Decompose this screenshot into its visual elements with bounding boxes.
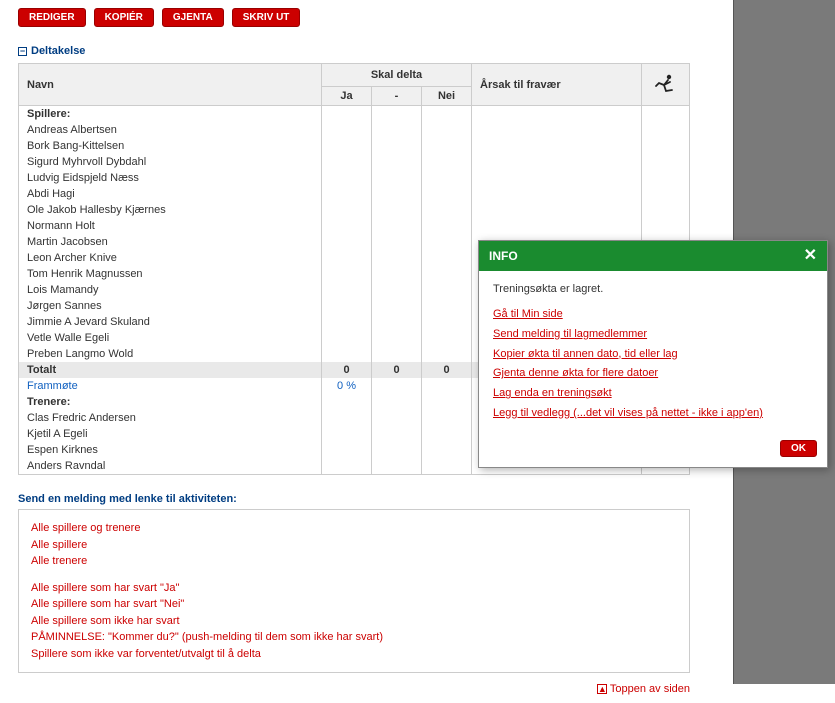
table-row: Ole Jakob Hallesby Kjærnes xyxy=(19,202,690,218)
ok-button[interactable]: OK xyxy=(780,440,817,457)
table-row: Abdi Hagi xyxy=(19,186,690,202)
player-name: Abdi Hagi xyxy=(19,186,322,202)
th-nei: Nei xyxy=(422,87,472,106)
player-name: Normann Holt xyxy=(19,218,322,234)
th-ja: Ja xyxy=(322,87,372,106)
info-link[interactable]: Lag enda en treningsøkt xyxy=(493,384,813,404)
send-link[interactable]: Alle spillere som har svart "Nei" xyxy=(31,596,677,613)
info-link[interactable]: Gå til Min side xyxy=(493,305,813,325)
gjenta-button[interactable]: GJENTA xyxy=(162,8,224,27)
send-box: Alle spillere og trenereAlle spillereAll… xyxy=(18,509,690,673)
th-arsak: Årsak til fravær xyxy=(472,64,642,106)
section-title-text: Deltakelse xyxy=(31,45,85,57)
trainer-name: Anders Ravndal xyxy=(19,458,322,475)
trainer-name: Espen Kirknes xyxy=(19,442,322,458)
th-navn: Navn xyxy=(19,64,322,106)
info-link[interactable]: Legg til vedlegg (...det vil vises på ne… xyxy=(493,404,813,424)
table-row: Normann Holt xyxy=(19,218,690,234)
kopier-button[interactable]: KOPIÉR xyxy=(94,8,154,27)
info-link[interactable]: Gjenta denne økta for flere datoer xyxy=(493,364,813,384)
footer: ▲Toppen av siden xyxy=(18,683,690,695)
send-link[interactable]: PÅMINNELSE: "Kommer du?" (push-melding t… xyxy=(31,629,677,646)
send-link[interactable]: Alle spillere som ikke har svart xyxy=(31,613,677,630)
player-name: Preben Langmo Wold xyxy=(19,346,322,362)
player-name: Andreas Albertsen xyxy=(19,122,322,138)
frammote-link[interactable]: Frammøte xyxy=(27,380,78,392)
totalt-nei: 0 xyxy=(422,362,472,378)
send-link[interactable]: Spillere som ikke var forventet/utvalgt … xyxy=(31,646,677,663)
runner-icon xyxy=(650,73,678,93)
info-header: INFO ✕ xyxy=(479,241,827,271)
section-title[interactable]: − Deltakelse xyxy=(18,45,817,57)
totalt-label: Totalt xyxy=(19,362,322,378)
spillere-label: Spillere: xyxy=(19,106,322,123)
player-name: Jørgen Sannes xyxy=(19,298,322,314)
info-body: Treningsøkta er lagret. Gå til Min sideS… xyxy=(479,271,827,434)
rediger-button[interactable]: REDIGER xyxy=(18,8,86,27)
toolbar: REDIGER KOPIÉR GJENTA SKRIV UT xyxy=(18,8,817,27)
info-link[interactable]: Send melding til lagmedlemmer xyxy=(493,325,813,345)
player-name: Lois Mamandy xyxy=(19,282,322,298)
th-skal-delta: Skal delta xyxy=(322,64,472,87)
info-modal: INFO ✕ Treningsøkta er lagret. Gå til Mi… xyxy=(478,240,828,468)
info-message: Treningsøkta er lagret. xyxy=(493,283,813,295)
info-title: INFO xyxy=(489,249,518,263)
player-name: Vetle Walle Egeli xyxy=(19,330,322,346)
player-name: Tom Henrik Magnussen xyxy=(19,266,322,282)
trainer-name: Kjetil A Egeli xyxy=(19,426,322,442)
send-title: Send en melding med lenke til aktivitete… xyxy=(18,493,817,505)
send-link[interactable]: Alle trenere xyxy=(31,553,677,570)
player-name: Ole Jakob Hallesby Kjærnes xyxy=(19,202,322,218)
table-row: Bork Bang-Kittelsen xyxy=(19,138,690,154)
close-icon[interactable]: ✕ xyxy=(804,248,817,264)
table-row: Ludvig Eidspjeld Næss xyxy=(19,170,690,186)
info-link[interactable]: Kopier økta til annen dato, tid eller la… xyxy=(493,345,813,365)
player-name: Martin Jacobsen xyxy=(19,234,322,250)
table-row: Andreas Albertsen xyxy=(19,122,690,138)
toppen-link[interactable]: ▲Toppen av siden xyxy=(597,683,690,695)
player-name: Ludvig Eidspjeld Næss xyxy=(19,170,322,186)
totalt-dash: 0 xyxy=(372,362,422,378)
player-name: Jimmie A Jevard Skuland xyxy=(19,314,322,330)
player-name: Sigurd Myhrvoll Dybdahl xyxy=(19,154,322,170)
trainer-name: Clas Fredric Andersen xyxy=(19,410,322,426)
send-link[interactable]: Alle spillere og trenere xyxy=(31,520,677,537)
trenere-label: Trenere: xyxy=(19,394,322,410)
totalt-ja: 0 xyxy=(322,362,372,378)
arrow-up-icon: ▲ xyxy=(597,684,607,694)
player-name: Bork Bang-Kittelsen xyxy=(19,138,322,154)
th-runner-icon xyxy=(642,64,690,106)
table-row: Sigurd Myhrvoll Dybdahl xyxy=(19,154,690,170)
frammote-pct: 0 % xyxy=(322,378,372,394)
th-dash: - xyxy=(372,87,422,106)
send-link[interactable]: Alle spillere xyxy=(31,537,677,554)
player-name: Leon Archer Knive xyxy=(19,250,322,266)
skrivut-button[interactable]: SKRIV UT xyxy=(232,8,301,27)
collapse-icon[interactable]: − xyxy=(18,47,27,56)
send-link[interactable]: Alle spillere som har svart "Ja" xyxy=(31,580,677,597)
